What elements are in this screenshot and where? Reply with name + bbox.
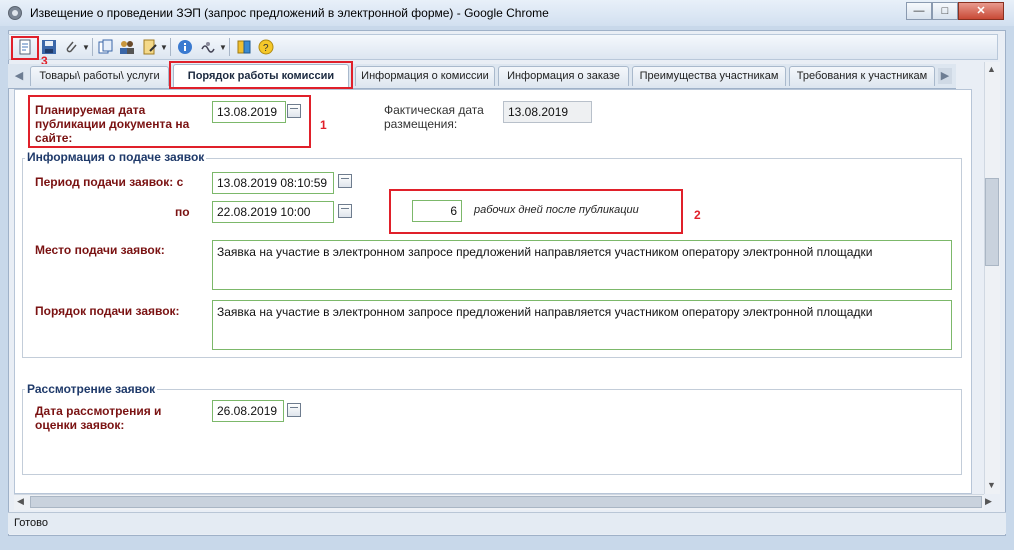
attach-icon[interactable] (63, 39, 79, 55)
review-title: Рассмотрение заявок (25, 382, 158, 396)
review-date-label: Дата рассмотрения и оценки заявок: (35, 404, 162, 432)
planned-publication-date-input[interactable]: 13.08.2019 (212, 101, 286, 123)
horizontal-scrollbar-thumb[interactable] (30, 496, 982, 508)
sign-dropdown-icon[interactable]: ▼ (219, 43, 227, 52)
calendar-icon[interactable] (287, 104, 301, 118)
info-icon[interactable] (177, 39, 193, 55)
actual-placement-label: Фактическая дата размещения: (384, 103, 484, 131)
sign-icon[interactable] (200, 39, 216, 55)
close-button[interactable]: ✕ (958, 2, 1004, 20)
save-icon[interactable] (41, 39, 57, 55)
annotation-2: 2 (694, 208, 701, 222)
review-date-input[interactable]: 26.08.2019 (212, 400, 284, 422)
tab-order-info[interactable]: Информация о заказе (498, 66, 629, 86)
attach-dropdown-icon[interactable]: ▼ (82, 43, 90, 52)
toolbar-separator (229, 38, 230, 56)
status-bar: Готово (8, 512, 1006, 534)
scroll-down-icon[interactable]: ▼ (987, 480, 996, 490)
submission-order-label: Порядок подачи заявок: (35, 304, 180, 318)
minimize-button[interactable]: — (906, 2, 932, 20)
tab-participant-advantages[interactable]: Преимущества участникам (632, 66, 786, 86)
submission-to-input[interactable]: 22.08.2019 10:00 (212, 201, 334, 223)
toolbar-separator (92, 38, 93, 56)
edit-doc-icon[interactable] (142, 39, 158, 55)
maximize-button[interactable]: □ (932, 2, 958, 20)
tab-scroll-left-icon[interactable]: ◀ (12, 68, 26, 84)
submission-period-label: Период подачи заявок: с (35, 175, 184, 189)
scroll-left-icon[interactable]: ◀ (17, 496, 24, 507)
submission-place-textarea[interactable]: Заявка на участие в электронном запросе … (212, 240, 952, 290)
working-days-input[interactable]: 6 (412, 200, 462, 222)
toolbar-separator (170, 38, 171, 56)
svg-text:?: ? (263, 43, 269, 54)
submission-order-textarea[interactable]: Заявка на участие в электронном запросе … (212, 300, 952, 350)
calendar-icon[interactable] (287, 403, 301, 417)
submission-from-input[interactable]: 13.08.2019 08:10:59 (212, 172, 334, 194)
tab-commission-info[interactable]: Информация о комиссии (355, 66, 495, 86)
chrome-icon (8, 6, 22, 20)
highlight-box-tab (169, 61, 353, 89)
calendar-icon[interactable] (338, 174, 352, 188)
scroll-right-icon[interactable]: ▶ (985, 496, 992, 507)
submission-info-title: Информация о подаче заявок (25, 150, 207, 164)
users-icon[interactable] (119, 39, 135, 55)
calendar-icon[interactable] (338, 204, 352, 218)
review-group (22, 389, 962, 475)
tab-participant-requirements[interactable]: Требования к участникам (789, 66, 935, 86)
submission-place-label: Место подачи заявок: (35, 243, 165, 257)
tab-goods-works-services[interactable]: Товары\ работы\ услуги (30, 66, 169, 86)
edit-dropdown-icon[interactable]: ▼ (160, 43, 168, 52)
planned-publication-label: Планируемая дата публикации документа на… (35, 103, 190, 145)
vertical-scrollbar[interactable] (984, 62, 1000, 494)
submission-to-label: по (175, 205, 190, 219)
annotation-1: 1 (320, 118, 327, 132)
scroll-up-icon[interactable]: ▲ (987, 64, 996, 74)
working-days-label: рабочих дней после публикации (474, 204, 639, 216)
window-title: Извещение о проведении ЗЭП (запрос предл… (30, 6, 549, 20)
highlight-box-3 (11, 36, 39, 60)
copy-icon[interactable] (98, 39, 114, 55)
tab-scroll-right-icon[interactable]: ▶ (938, 68, 952, 84)
help-icon[interactable]: ? (258, 39, 274, 55)
actual-placement-date-field: 13.08.2019 (503, 101, 592, 123)
book-icon[interactable] (236, 39, 252, 55)
vertical-scrollbar-thumb[interactable] (985, 178, 999, 266)
